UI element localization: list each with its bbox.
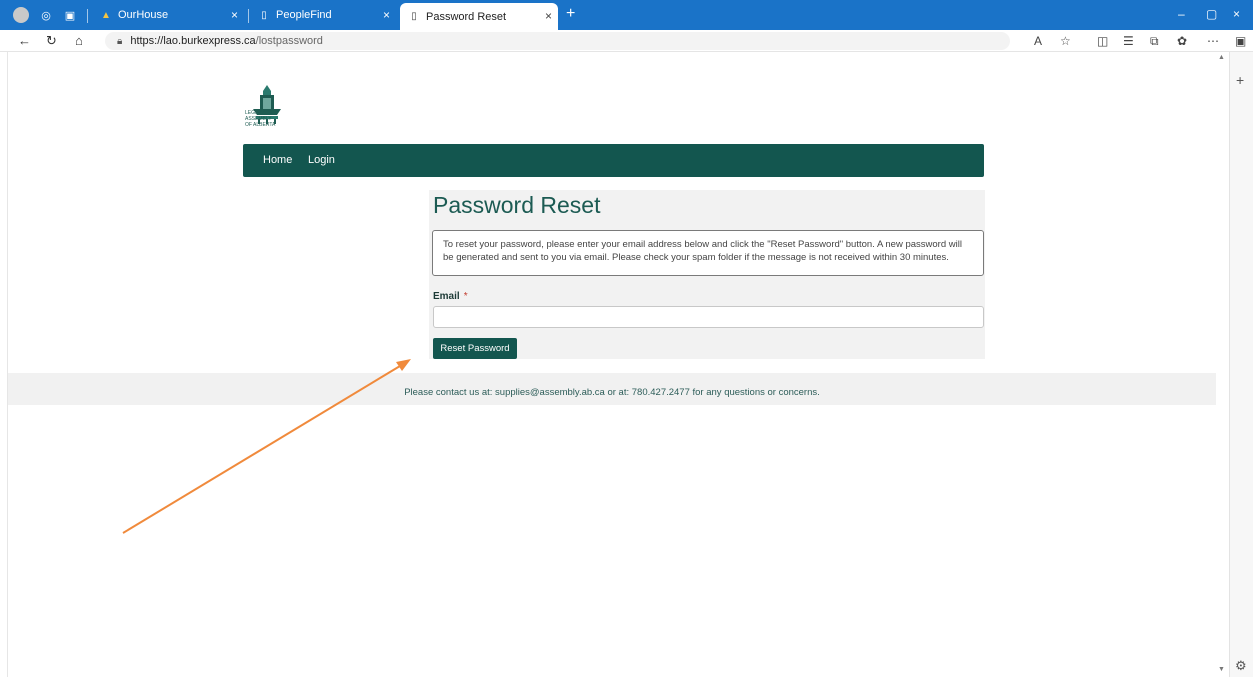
footer-contact-text: Please contact us at: supplies@assembly.…	[404, 387, 820, 398]
profile-avatar[interactable]	[13, 7, 29, 23]
tab-close-icon[interactable]: ×	[231, 8, 238, 22]
back-icon[interactable]: ←	[18, 33, 31, 48]
email-label: Email *	[433, 291, 468, 302]
page-icon: ▯	[411, 11, 417, 22]
tab-peoplefind[interactable]: ▯ PeopleFind ×	[252, 0, 396, 30]
page-icon: ▯	[261, 9, 267, 21]
address-toolbar: ← ↻ ⌂ 🔒︎ https://lao.burkexpress.ca/lost…	[0, 30, 1253, 52]
page-scrollbar[interactable]: ▲ ▼	[1216, 52, 1228, 677]
logo-line: OF ALBERTA	[245, 122, 276, 128]
tab-password-reset[interactable]: ▯ Password Reset ×	[400, 3, 558, 30]
restore-button[interactable]: ▢	[1206, 7, 1217, 21]
nav-home-link[interactable]: Home	[263, 154, 292, 166]
tab-label: PeopleFind	[276, 9, 332, 21]
url-field[interactable]: 🔒︎ https://lao.burkexpress.ca/lostpasswo…	[105, 32, 1010, 50]
sidebar-toggle-icon[interactable]: ▣	[1235, 34, 1246, 48]
tab-separator	[87, 9, 88, 23]
email-label-text: Email	[433, 291, 460, 302]
page-footer: Please contact us at: supplies@assembly.…	[8, 373, 1216, 405]
browser-tab-bar: ◎ ▣ ▲ OurHouse × ▯ PeopleFind × ▯ Passwo…	[0, 0, 1253, 30]
close-window-button[interactable]: ×	[1233, 7, 1240, 21]
more-menu-icon[interactable]: ⋯	[1207, 34, 1219, 48]
site-navbar: Home Login	[243, 144, 984, 177]
arrow-head	[396, 359, 411, 371]
nav-login-link[interactable]: Login	[308, 154, 335, 166]
workspaces-icon[interactable]: ◎	[38, 7, 54, 23]
assembly-logo	[253, 85, 281, 124]
email-field[interactable]	[433, 306, 984, 328]
page-left-edge	[0, 52, 8, 677]
tab-label: Password Reset	[426, 10, 507, 23]
extensions-icon[interactable]: ✿	[1177, 34, 1187, 48]
tab-ourhouse[interactable]: ▲ OurHouse ×	[94, 0, 244, 30]
read-aloud-icon[interactable]: A	[1034, 34, 1042, 48]
scroll-up-icon[interactable]: ▲	[1218, 54, 1225, 61]
refresh-icon[interactable]: ↻	[46, 33, 57, 49]
reset-password-button[interactable]: Reset Password	[433, 338, 517, 359]
favorites-icon[interactable]: ☰	[1123, 34, 1134, 48]
tab-separator	[248, 9, 249, 23]
tab-close-icon[interactable]: ×	[383, 8, 390, 22]
lock-icon[interactable]: 🔒︎	[117, 36, 122, 47]
instructions-box: To reset your password, please enter you…	[432, 230, 984, 276]
tab-close-icon[interactable]: ×	[545, 9, 552, 23]
url-host: https://lao.burkexpress.ca	[130, 35, 256, 47]
settings-gear-icon[interactable]: ⚙	[1235, 658, 1247, 674]
url-path: /lostpassword	[255, 35, 323, 47]
tab-label: OurHouse	[118, 9, 169, 21]
required-marker: *	[463, 291, 468, 302]
minimize-button[interactable]: –	[1178, 7, 1185, 21]
ourhouse-favicon: ▲	[101, 9, 111, 21]
split-screen-icon[interactable]: ◫	[1097, 34, 1108, 48]
new-tab-button[interactable]: +	[566, 5, 575, 23]
add-sidebar-app-icon[interactable]: +	[1236, 72, 1244, 88]
scroll-down-icon[interactable]: ▼	[1218, 666, 1225, 673]
home-icon[interactable]: ⌂	[75, 33, 83, 48]
page-title: Password Reset	[433, 192, 601, 218]
favorite-star-icon[interactable]: ☆	[1060, 34, 1071, 48]
edge-side-panel: + ⚙	[1229, 52, 1253, 677]
logo-wordmark: LEGISLATIVE ASSEMBLY OF ALBERTA	[245, 110, 277, 128]
tab-actions-icon[interactable]: ▣	[62, 7, 78, 23]
collections-icon[interactable]: ⧉	[1150, 34, 1159, 49]
